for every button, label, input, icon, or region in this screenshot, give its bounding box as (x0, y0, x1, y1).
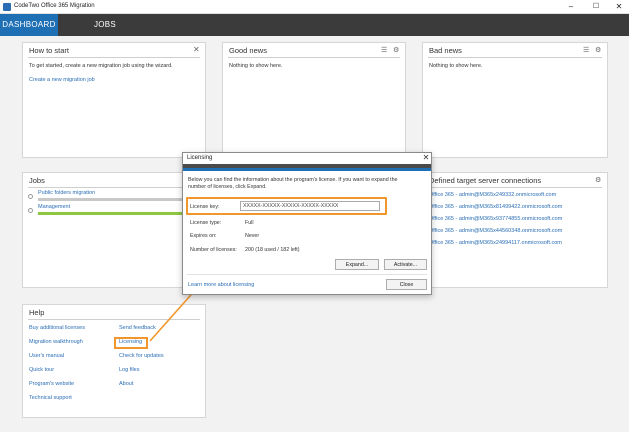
panel-title: Bad news (429, 46, 462, 55)
job-progress-bar (38, 198, 198, 201)
close-button[interactable]: Close (386, 279, 427, 290)
job-progress-fill (38, 198, 198, 201)
migration-walkthrough-link[interactable]: Migration walkthrough (29, 339, 83, 345)
divider (428, 187, 602, 188)
license-type-label: License type: (190, 220, 222, 226)
job-status-icon (28, 194, 33, 199)
close-icon[interactable]: ✕ (421, 153, 431, 162)
how-to-start-text: To get started, create a new migration j… (29, 63, 173, 69)
learn-more-link[interactable]: Learn more about licensing (188, 282, 254, 288)
technical-support-link[interactable]: Technical support (29, 395, 72, 401)
users-manual-link[interactable]: User's manual (29, 353, 64, 359)
close-icon[interactable]: ✕ (193, 45, 200, 54)
good-news-text: Nothing to show here. (229, 63, 283, 69)
job-management[interactable]: Management (38, 204, 70, 210)
filter-icon[interactable]: ☰ (583, 46, 589, 54)
programs-website-link[interactable]: Program's website (29, 381, 74, 387)
license-key-label: License key: (190, 204, 220, 210)
send-feedback-link[interactable]: Send feedback (119, 325, 156, 331)
connection-item[interactable]: Office 365 - admin@M365x44560348.onmicro… (429, 228, 562, 234)
panel-title: Defined target server connections (429, 176, 542, 185)
dialog-intro: Below you can find the information about… (188, 177, 398, 183)
licenses-value: 200 (18 used / 182 left) (245, 247, 300, 253)
activate-button[interactable]: Activate... (384, 259, 427, 270)
bad-news-text: Nothing to show here. (429, 63, 483, 69)
tab-dashboard[interactable]: DASHBOARD (0, 14, 58, 36)
licensing-highlight (114, 337, 148, 349)
gear-icon[interactable]: ⚙ (595, 176, 601, 184)
how-to-start-panel: How to start ✕ To get started, create a … (22, 42, 206, 158)
licenses-label: Number of licenses: (190, 247, 237, 253)
divider (28, 187, 200, 188)
create-job-link[interactable]: Create a new migration job (29, 77, 95, 83)
expires-label: Expires on: (190, 233, 217, 239)
gear-icon[interactable]: ⚙ (595, 46, 601, 54)
log-files-link[interactable]: Log files (119, 367, 140, 373)
jobs-panel: Jobs Public folders migration Management (22, 172, 206, 288)
panel-title: Good news (229, 46, 267, 55)
job-progress-bar (38, 212, 198, 215)
panel-title: How to start (29, 46, 70, 55)
buy-licenses-link[interactable]: Buy additional licenses (29, 325, 85, 331)
job-public-folders[interactable]: Public folders migration (38, 190, 95, 196)
expires-value: Never (245, 233, 260, 239)
maximize-button[interactable]: ☐ (586, 0, 606, 14)
help-panel: Help Buy additional licenses Migration w… (22, 304, 206, 418)
divider (28, 319, 200, 320)
check-updates-link[interactable]: Check for updates (119, 353, 164, 359)
license-key-field[interactable] (240, 201, 380, 211)
connection-item[interactable]: Office 365 - admin@M365x81499422.onmicro… (429, 204, 562, 210)
divider (28, 57, 200, 58)
title-bar: CodeTwo Office 365 Migration – ☐ ✕ (0, 0, 629, 14)
window-title: CodeTwo Office 365 Migration (14, 3, 95, 9)
license-type-value: Full (245, 220, 254, 226)
dialog-title: Licensing (187, 155, 213, 161)
divider (228, 57, 400, 58)
gear-icon[interactable]: ⚙ (393, 46, 399, 54)
connection-item[interactable]: Office 365 - admin@M365x93774855.onmicro… (429, 216, 562, 222)
bad-news-panel: Bad news ☰ ⚙ Nothing to show here. (422, 42, 608, 158)
job-progress-fill (38, 212, 198, 215)
nav-bar: DASHBOARD JOBS (0, 14, 629, 36)
close-window-button[interactable]: ✕ (609, 0, 629, 14)
expand-button[interactable]: Expand... (335, 259, 379, 270)
connection-item[interactable]: Office 365 - admin@M365x249332.onmicroso… (429, 192, 556, 198)
connection-item[interactable]: Office 365 - admin@M365x24994117.onmicro… (429, 240, 562, 246)
divider (428, 57, 602, 58)
connections-panel: Defined target server connections ⚙ Offi… (422, 172, 608, 288)
filter-icon[interactable]: ☰ (381, 46, 387, 54)
dialog-intro-line2: number of licenses, click Expand. (188, 184, 267, 190)
about-link[interactable]: About (119, 381, 133, 387)
divider (187, 274, 427, 275)
panel-title: Help (29, 308, 45, 317)
job-status-icon (28, 208, 33, 213)
panel-title: Jobs (29, 176, 45, 185)
minimize-button[interactable]: – (561, 0, 581, 14)
dialog-accent-band (183, 168, 431, 171)
licensing-dialog: Licensing ✕ Below you can find the infor… (182, 152, 432, 295)
tab-jobs[interactable]: JOBS (80, 14, 130, 36)
quick-tour-link[interactable]: Quick tour (29, 367, 54, 373)
good-news-panel: Good news ☰ ⚙ Nothing to show here. (222, 42, 406, 158)
app-logo-icon (3, 3, 11, 11)
